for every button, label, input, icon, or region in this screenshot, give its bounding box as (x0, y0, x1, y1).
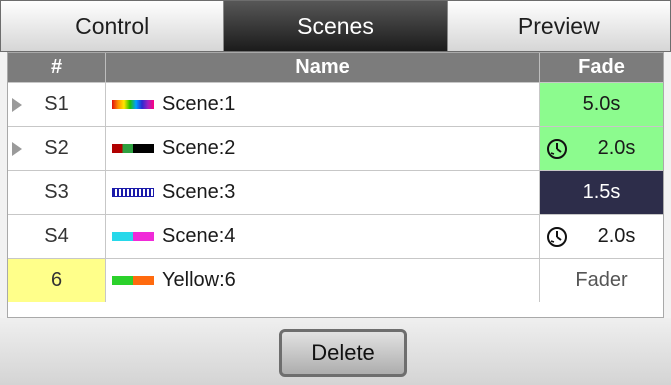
table-header: # Name Fade (8, 53, 663, 82)
red-green-black-swatch-icon (112, 144, 154, 153)
scene-number-cell: S4 (8, 215, 106, 258)
column-header-fade[interactable]: Fade (540, 53, 663, 82)
table-row[interactable]: S2 Scene:2 2.0s (8, 126, 663, 170)
rainbow-swatch-icon (112, 100, 154, 109)
scene-name: Scene:1 (162, 93, 236, 115)
cyan-magenta-swatch-icon (112, 232, 154, 241)
footer-bar: Delete (0, 318, 671, 385)
scene-name-cell[interactable]: Yellow:6 (106, 259, 540, 302)
scene-name-cell[interactable]: Scene:2 (106, 127, 540, 170)
clock-icon (547, 138, 567, 159)
table-row[interactable]: S3 Scene:3 1.5s (8, 170, 663, 214)
fade-value: Fader (575, 269, 628, 291)
fade-cell[interactable]: 1.5s (540, 171, 663, 214)
tab-scenes[interactable]: Scenes (224, 1, 448, 51)
scene-name: Yellow:6 (162, 269, 236, 291)
scenes-table: # Name Fade S1 Scene:1 5.0s S2 Scene:2 2… (7, 52, 664, 318)
scene-number-cell: 6 (8, 259, 106, 302)
clock-icon (547, 226, 567, 247)
column-header-number[interactable]: # (8, 53, 106, 82)
fade-cell[interactable]: Fader (540, 259, 663, 302)
scene-number: S3 (44, 181, 69, 203)
fade-cell[interactable]: 2.0s (540, 215, 663, 258)
blue-striped-swatch-icon (112, 188, 154, 197)
scene-number-cell: S1 (8, 83, 106, 126)
delete-button[interactable]: Delete (279, 329, 407, 377)
scene-number: S1 (44, 93, 69, 115)
table-row[interactable]: S1 Scene:1 5.0s (8, 82, 663, 126)
scene-number: S2 (44, 137, 69, 159)
scene-number: S4 (44, 225, 69, 247)
scene-number-cell: S2 (8, 127, 106, 170)
fade-cell[interactable]: 5.0s (540, 83, 663, 126)
expand-arrow-icon[interactable] (12, 97, 22, 112)
fade-value: 2.0s (597, 137, 636, 159)
tab-preview[interactable]: Preview (447, 1, 670, 51)
expand-arrow-icon[interactable] (12, 141, 22, 156)
fade-cell[interactable]: 2.0s (540, 127, 663, 170)
scene-name-cell[interactable]: Scene:4 (106, 215, 540, 258)
fade-value: 5.0s (582, 93, 621, 115)
column-header-name[interactable]: Name (106, 53, 540, 82)
scene-name-cell[interactable]: Scene:1 (106, 83, 540, 126)
scene-number-cell: S3 (8, 171, 106, 214)
table-row[interactable]: S4 Scene:4 2.0s (8, 214, 663, 258)
scene-name-cell[interactable]: Scene:3 (106, 171, 540, 214)
fade-value: 2.0s (597, 225, 636, 247)
scene-number: 6 (50, 269, 63, 291)
table-row[interactable]: 6 Yellow:6 Fader (8, 258, 663, 302)
green-orange-swatch-icon (112, 276, 154, 285)
scene-name: Scene:4 (162, 225, 236, 247)
tab-control[interactable]: Control (1, 1, 225, 51)
fade-value: 1.5s (582, 181, 621, 203)
tab-bar: Control Scenes Preview (0, 0, 671, 52)
scene-name: Scene:2 (162, 137, 236, 159)
scene-name: Scene:3 (162, 181, 236, 203)
scenes-app: Control Scenes Preview # Name Fade S1 Sc… (0, 0, 671, 385)
